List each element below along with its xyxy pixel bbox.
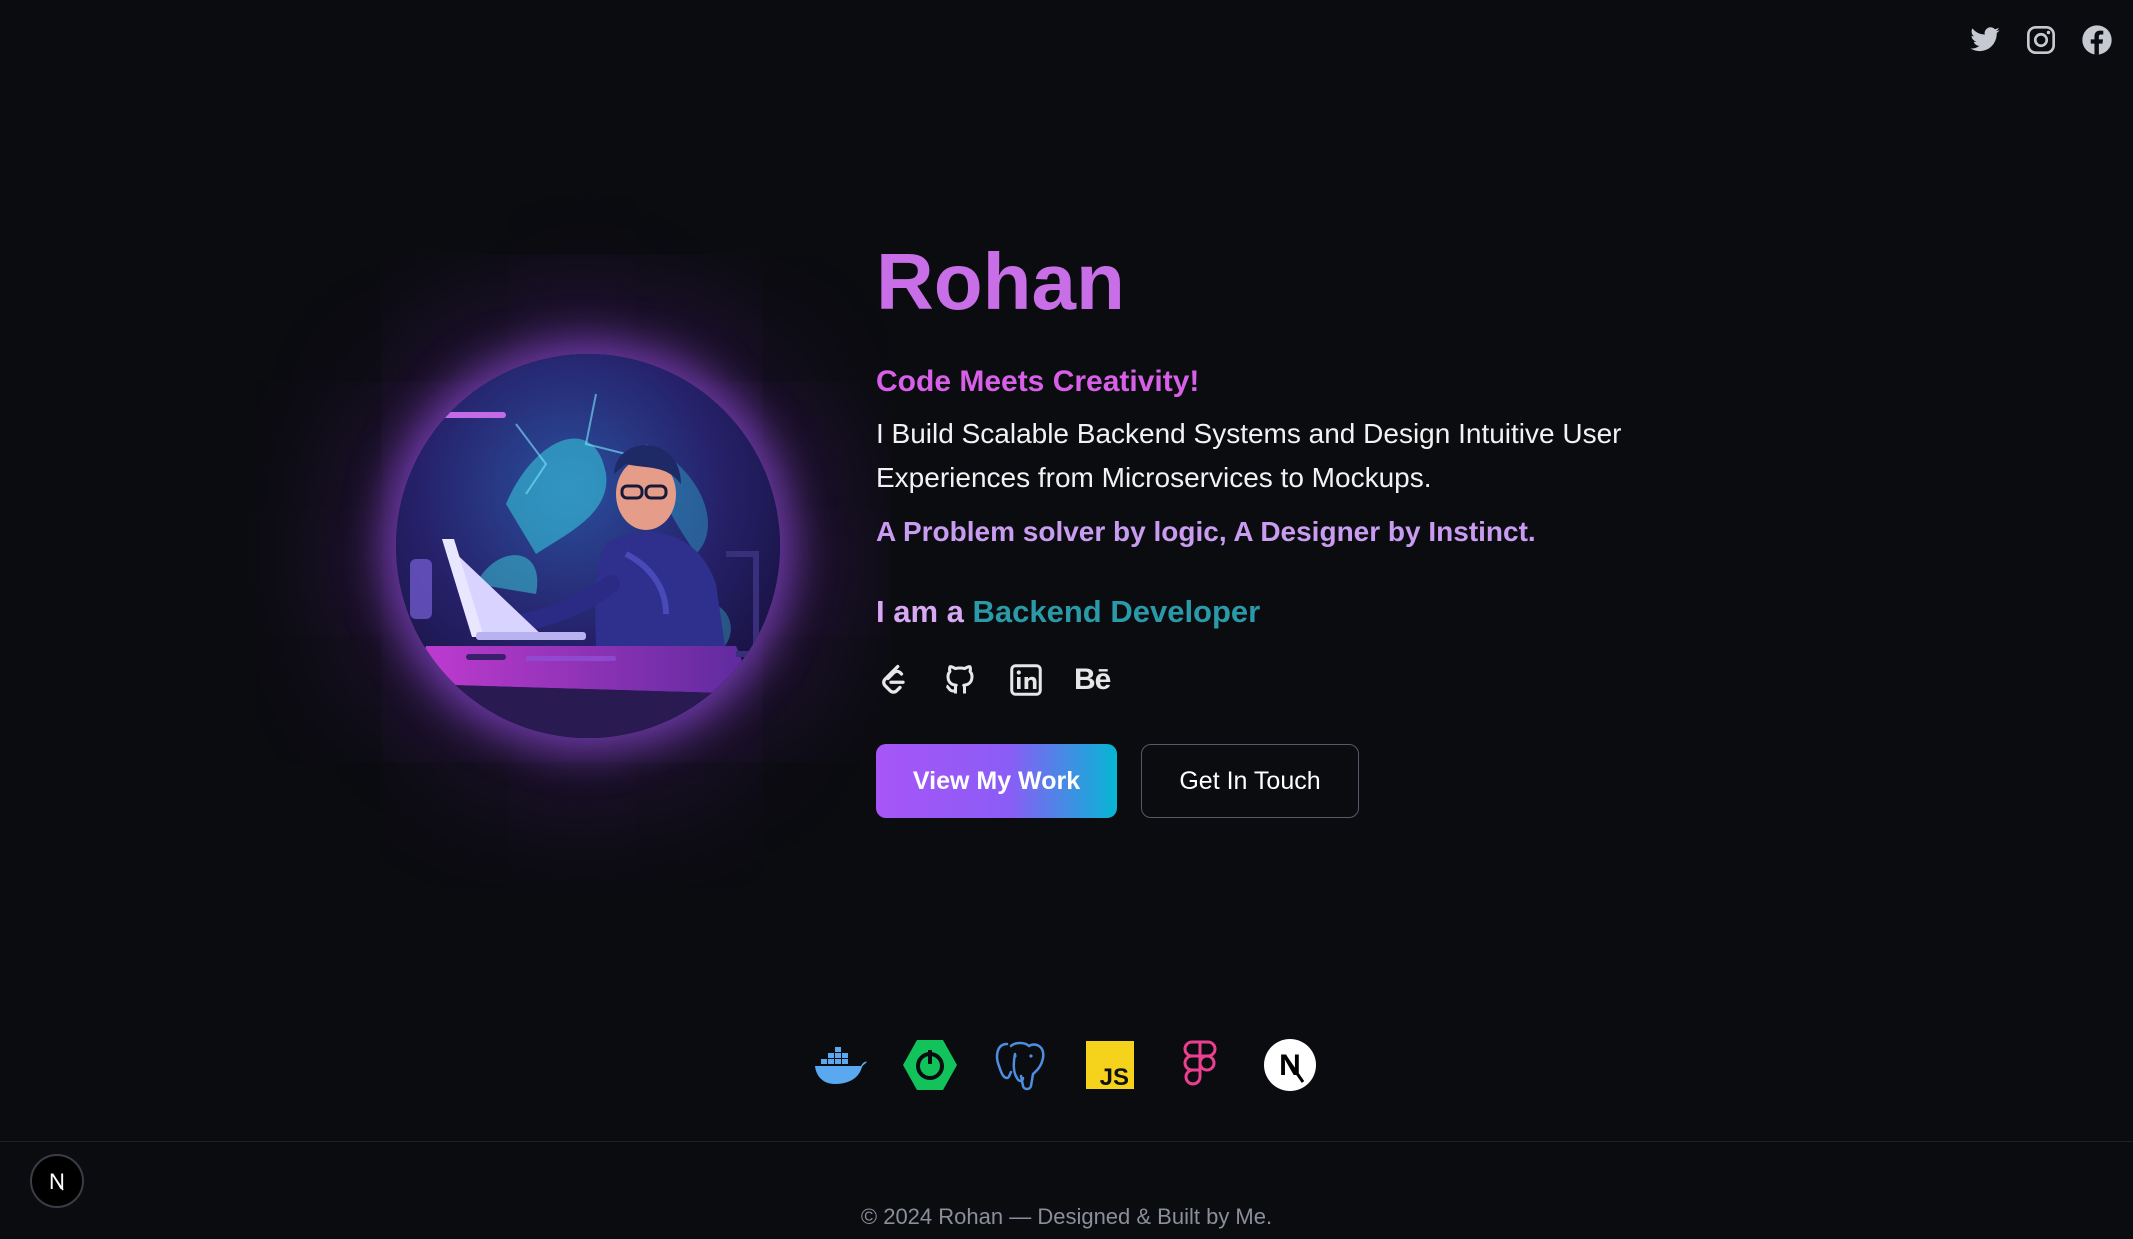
hero-motto: A Problem solver by logic, A Designer by… bbox=[876, 516, 1536, 547]
profile-avatar bbox=[396, 354, 780, 738]
behance-icon[interactable]: Bē bbox=[1074, 662, 1111, 698]
figma-icon bbox=[1173, 1038, 1227, 1092]
footer-divider bbox=[0, 1141, 2133, 1142]
linkedin-icon[interactable] bbox=[1008, 662, 1044, 698]
role-prefix: I am a bbox=[876, 594, 973, 629]
portfolio-page: Rohan Code Meets Creativity! I Build Sca… bbox=[0, 0, 2133, 1239]
docker-icon bbox=[813, 1038, 867, 1092]
get-in-touch-button[interactable]: Get In Touch bbox=[1141, 744, 1359, 818]
hero-tagline: Code Meets Creativity! bbox=[876, 365, 1200, 398]
developer-illustration bbox=[396, 354, 780, 738]
profile-links: Bē bbox=[876, 660, 1696, 700]
tech-stack: JS N bbox=[813, 1038, 1317, 1092]
github-icon[interactable] bbox=[942, 662, 978, 698]
nextjs-dev-badge[interactable]: N bbox=[30, 1154, 84, 1208]
hero-description: I Build Scalable Backend Systems and Des… bbox=[876, 418, 1622, 493]
facebook-icon[interactable] bbox=[2081, 24, 2113, 56]
leetcode-icon[interactable] bbox=[876, 662, 912, 698]
social-links-top bbox=[1969, 24, 2113, 56]
javascript-icon: JS bbox=[1083, 1038, 1137, 1092]
spring-boot-icon bbox=[903, 1038, 957, 1092]
postgresql-icon bbox=[993, 1038, 1047, 1092]
cta-buttons: View My Work Get In Touch bbox=[876, 744, 1696, 818]
footer-copyright: © 2024 Rohan — Designed & Built by Me. bbox=[860, 1204, 1273, 1229]
twitter-icon[interactable] bbox=[1969, 24, 2001, 56]
hero-name: Rohan bbox=[876, 237, 1125, 326]
javascript-label: JS bbox=[1100, 1064, 1129, 1091]
instagram-icon[interactable] bbox=[2025, 24, 2057, 56]
role-line: I am a Backend Developer bbox=[876, 592, 1696, 632]
role-value: Backend Developer bbox=[972, 594, 1261, 629]
view-my-work-button[interactable]: View My Work bbox=[876, 744, 1117, 818]
hero-section: Rohan Code Meets Creativity! I Build Sca… bbox=[876, 236, 1696, 818]
nextjs-icon: N bbox=[1263, 1038, 1317, 1092]
